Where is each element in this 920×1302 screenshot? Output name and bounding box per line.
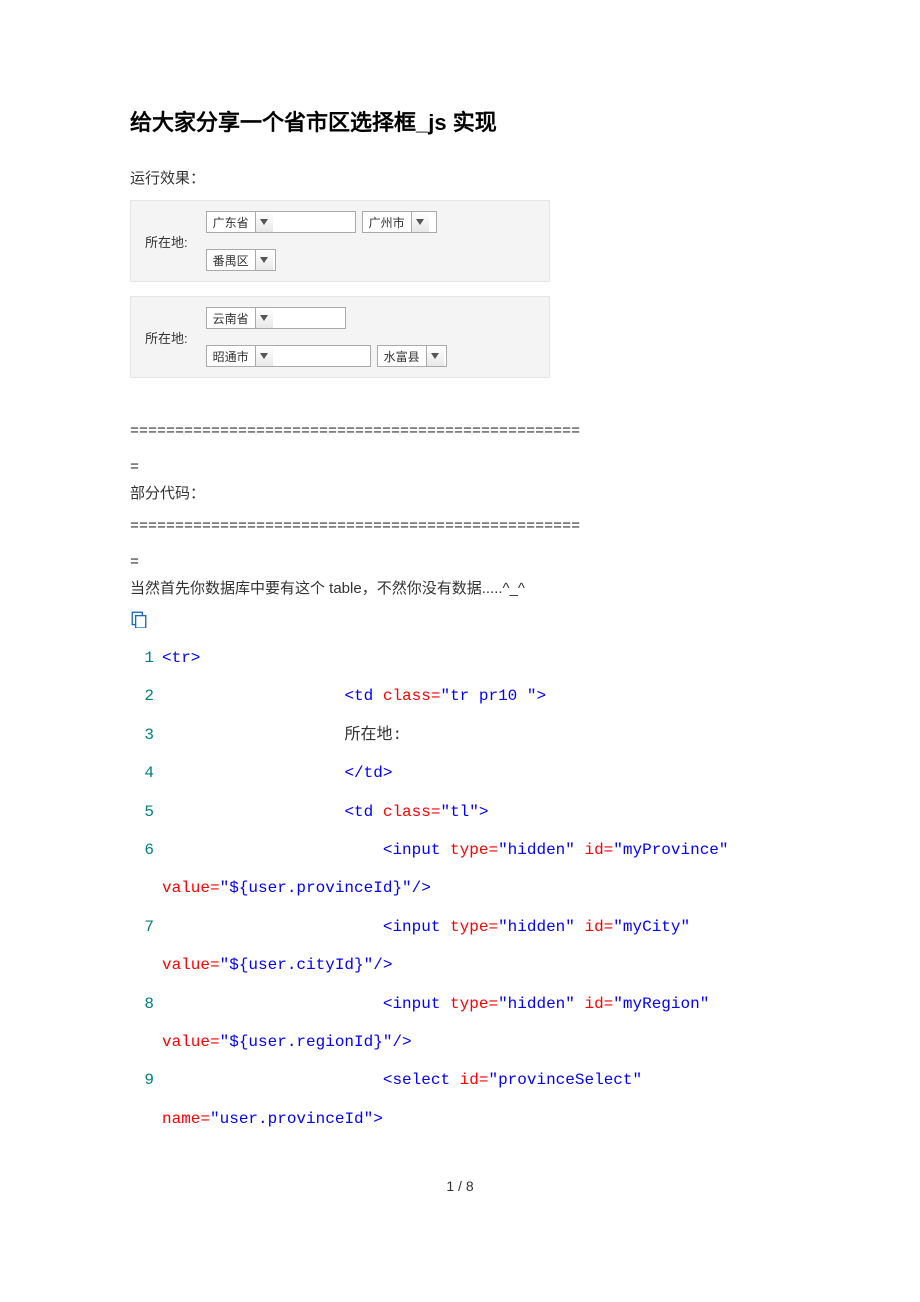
copy-icon[interactable] bbox=[130, 610, 790, 633]
separator-1: ========================================… bbox=[130, 414, 790, 486]
city-select[interactable]: 广州市 bbox=[362, 211, 437, 233]
chevron-down-icon bbox=[255, 346, 273, 366]
code-line: 1 <tr> bbox=[130, 639, 790, 677]
partial-code-label: 部分代码： bbox=[130, 482, 790, 503]
city-value: 广州市 bbox=[363, 214, 411, 231]
code-block: 1 <tr> 2 <td class="tr pr10 "> 3 所在地: 4 … bbox=[130, 639, 790, 1138]
code-line: value="${user.regionId}"/> bbox=[130, 1023, 790, 1061]
province-select[interactable]: 广东省 bbox=[206, 211, 356, 233]
run-effect-label: 运行效果： bbox=[130, 167, 790, 188]
province-value: 广东省 bbox=[207, 214, 255, 231]
code-line: 5 <td class="tl"> bbox=[130, 793, 790, 831]
district-select[interactable]: 水富县 bbox=[377, 345, 447, 367]
note-text: 当然首先你数据库中要有这个 table，不然你没有数据.....^_^ bbox=[130, 577, 790, 598]
page-title: 给大家分享一个省市区选择框_js 实现 bbox=[130, 105, 790, 137]
code-line: 4 </td> bbox=[130, 754, 790, 792]
separator-2: ========================================… bbox=[130, 509, 790, 581]
code-line: value="${user.provinceId}"/> bbox=[130, 869, 790, 907]
code-line: 3 所在地: bbox=[130, 716, 790, 754]
demo-box-2: 所在地: 云南省 昭通市 水富县 bbox=[130, 296, 550, 378]
demo2-label: 所在地: bbox=[145, 328, 188, 347]
chevron-down-icon bbox=[255, 250, 273, 270]
page-number: 1 / 8 bbox=[130, 1178, 790, 1194]
district-select[interactable]: 番禺区 bbox=[206, 249, 276, 271]
chevron-down-icon bbox=[411, 212, 429, 232]
district-value: 水富县 bbox=[378, 348, 426, 365]
code-line: 9 <select id="provinceSelect" bbox=[130, 1061, 790, 1099]
code-line: 2 <td class="tr pr10 "> bbox=[130, 677, 790, 715]
province-value: 云南省 bbox=[207, 310, 255, 327]
chevron-down-icon bbox=[255, 212, 273, 232]
chevron-down-icon bbox=[255, 308, 273, 328]
province-select[interactable]: 云南省 bbox=[206, 307, 346, 329]
district-value: 番禺区 bbox=[207, 252, 255, 269]
code-line: value="${user.cityId}"/> bbox=[130, 946, 790, 984]
code-line: 8 <input type="hidden" id="myRegion" bbox=[130, 985, 790, 1023]
demo1-label: 所在地: bbox=[145, 232, 188, 251]
code-line: name="user.provinceId"> bbox=[130, 1100, 790, 1138]
city-value: 昭通市 bbox=[207, 348, 255, 365]
code-line: 7 <input type="hidden" id="myCity" bbox=[130, 908, 790, 946]
code-line: 6 <input type="hidden" id="myProvince" bbox=[130, 831, 790, 869]
demo-box-1: 所在地: 广东省 广州市 番禺区 bbox=[130, 200, 550, 282]
chevron-down-icon bbox=[426, 346, 444, 366]
city-select[interactable]: 昭通市 bbox=[206, 345, 371, 367]
